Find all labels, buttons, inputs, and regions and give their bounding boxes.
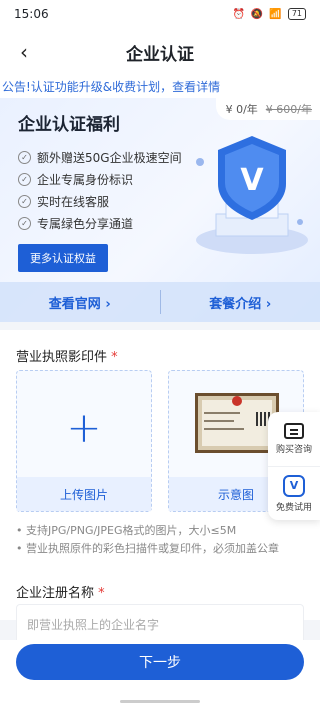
benefit-item: ✓ 企业专属身份标识 [18, 168, 182, 190]
back-arrow-icon[interactable]: ‹ [12, 40, 36, 64]
free-trial-button[interactable]: V 免费试用 [268, 466, 320, 520]
status-icons: ⏰ 🔕 📶 71 [232, 8, 306, 20]
company-name-input[interactable] [17, 605, 303, 645]
notice-banner[interactable]: 公告!认证功能升级&收费计划，查看详情 [0, 76, 320, 98]
plan-intro-link[interactable]: 套餐介绍 › [161, 293, 320, 312]
plus-icon: + [66, 403, 102, 452]
benefit-list: ✓ 额外赠送50G企业极速空间 ✓ 企业专属身份标识 ✓ 实时在线客服 ✓ 专属绿色分享… [18, 146, 182, 234]
check-circle-icon: ✓ [18, 194, 31, 208]
price-now: ¥ 0/年 [225, 103, 258, 116]
license-sample-image [195, 393, 279, 453]
hero-title: 企业认证福利 [18, 115, 120, 135]
more-benefits-button[interactable]: 更多认证权益 [18, 244, 108, 272]
benefit-item: ✓ 专属绿色分享通道 [18, 212, 182, 234]
company-name-label: 企业注册名称 * [16, 586, 105, 601]
check-circle-icon: ✓ [18, 150, 31, 164]
benefits-hero: ¥ 0/年 ¥ 600/年 企业认证福利 ✓ 额外赠送50G企业极速空间 ✓ 企业专… [0, 98, 320, 322]
nav-bar: ‹ 企业认证 [0, 28, 320, 76]
license-label: 营业执照影印件 * [16, 350, 118, 365]
consult-button[interactable]: 购买咨询 [268, 412, 320, 466]
hero-links: 查看官网 › 套餐介绍 › [0, 282, 320, 322]
view-website-link[interactable]: 查看官网 › [0, 293, 160, 312]
battery-icon: 71 [287, 8, 306, 20]
benefit-item: ✓ 实时在线客服 [18, 190, 182, 212]
wifi-icon: 📶 [269, 8, 282, 20]
svg-text:V: V [240, 163, 264, 198]
upload-caption: 上传图片 [17, 477, 151, 511]
upload-image-button[interactable]: + 上传图片 [16, 370, 152, 512]
verified-v-icon: V [283, 474, 305, 497]
bottom-bar: 下一步 [0, 640, 320, 711]
home-indicator [120, 700, 200, 703]
check-circle-icon: ✓ [18, 172, 31, 186]
price-tag: ¥ 0/年 ¥ 600/年 [215, 98, 320, 120]
next-step-button[interactable]: 下一步 [16, 644, 304, 680]
status-time: 15:06 [14, 7, 49, 21]
mute-icon: 🔕 [250, 8, 264, 20]
price-old: ¥ 600/年 [265, 103, 312, 116]
chat-icon [284, 423, 304, 439]
check-circle-icon: ✓ [18, 216, 31, 230]
upload-tips: • 支持JPG/PNG/JPEG格式的图片，大小≤5M • 营业执照原件的彩色扫… [16, 524, 279, 555]
verified-shield-illustration: V [196, 136, 308, 254]
benefit-item: ✓ 额外赠送50G企业极速空间 [18, 146, 182, 168]
floating-service-panel: 购买咨询 V 免费试用 [268, 412, 320, 520]
alarm-icon: ⏰ [232, 8, 245, 20]
status-bar: 15:06 ⏰ 🔕 📶 71 [0, 0, 320, 28]
page-title: 企业认证 [126, 44, 194, 65]
